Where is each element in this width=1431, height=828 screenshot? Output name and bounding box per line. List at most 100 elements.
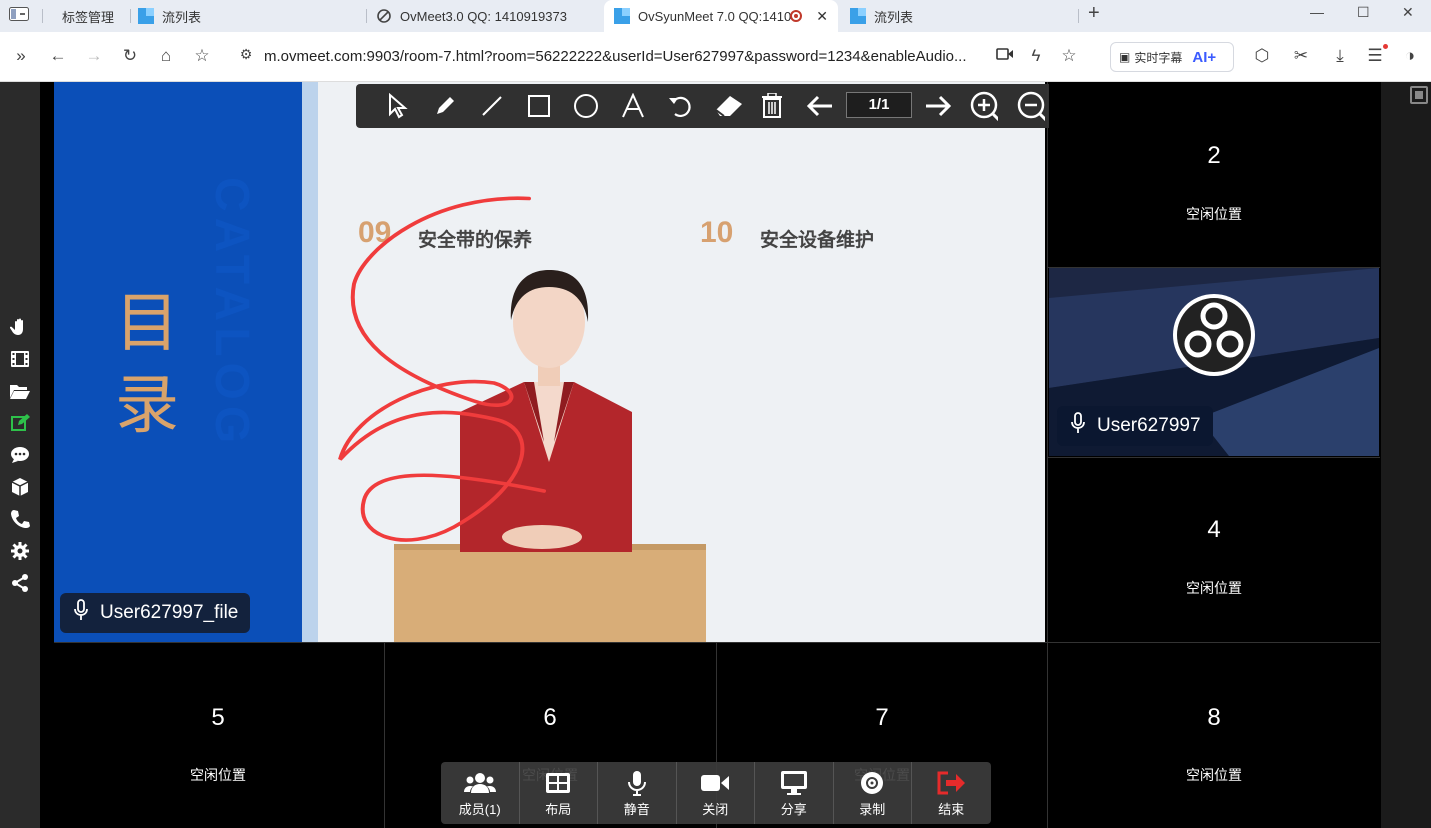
site-favicon-icon: [614, 8, 630, 24]
slot-number: 6: [543, 704, 557, 731]
microphone-icon: [1071, 412, 1085, 440]
layout-label: 布局: [545, 801, 572, 817]
link-favicon-icon: [376, 8, 392, 24]
back-icon[interactable]: ←: [47, 46, 69, 66]
pencil-icon[interactable]: [431, 92, 459, 120]
end-label: 结束: [938, 801, 965, 817]
microphone-icon: [627, 769, 647, 797]
fullscreen-icon[interactable]: [1410, 86, 1428, 104]
settings-gear-icon[interactable]: [9, 540, 31, 562]
camera-off-label: 关闭: [702, 801, 729, 817]
menu-list-icon[interactable]: ☰: [1364, 46, 1386, 66]
video-slot-5[interactable]: 5 空闲位置: [54, 644, 382, 828]
notification-dot: [1383, 44, 1388, 49]
record-label: 录制: [859, 801, 886, 817]
zoom-out-icon[interactable]: [1017, 91, 1045, 121]
profile-icon[interactable]: ◑: [1399, 46, 1421, 66]
tab-stream-list[interactable]: 流列表: [138, 0, 366, 32]
zoom-in-icon[interactable]: [970, 91, 998, 121]
share-nodes-icon[interactable]: [9, 572, 31, 594]
camera-permission-icon[interactable]: [994, 46, 1016, 66]
undo-icon[interactable]: [666, 92, 694, 120]
presenter-video-frame: [338, 196, 706, 642]
whiteboard-toolbar: 1/1: [356, 84, 1076, 128]
tab-title: 流列表: [162, 9, 202, 25]
video-slot-8[interactable]: 8 空闲位置: [1049, 644, 1379, 828]
grid-divider: [1047, 457, 1380, 458]
tab-title: 标签管理: [62, 9, 115, 25]
main-video-stage[interactable]: CATALOG 目 录 09 安全带的保养 10 安全设备维护 User6279…: [54, 82, 1045, 642]
ai-plus-button[interactable]: AI+: [1192, 49, 1216, 66]
record-button[interactable]: 录制: [834, 762, 912, 824]
url-field[interactable]: m.ovmeet.com:9903/room-7.html?room=56222…: [264, 48, 967, 65]
chat-icon[interactable]: [9, 444, 31, 466]
maximize-window-icon[interactable]: ☐: [1357, 4, 1370, 21]
members-label: 成员(1): [458, 801, 501, 817]
text-tool-icon[interactable]: [619, 92, 647, 120]
favorite-star-icon[interactable]: ☆: [191, 46, 213, 66]
video-slot-4[interactable]: 4 空闲位置: [1049, 458, 1379, 641]
left-toolbar: [0, 82, 40, 828]
folder-open-icon[interactable]: [9, 380, 31, 402]
live-caption-button[interactable]: ▣ 实时字幕 AI+: [1110, 42, 1234, 72]
expand-sidebar-icon[interactable]: »: [10, 46, 32, 66]
reload-icon[interactable]: ↻: [119, 46, 141, 66]
site-favicon-icon: [138, 8, 154, 24]
previous-page-icon[interactable]: [806, 92, 834, 120]
eraser-icon[interactable]: [711, 92, 745, 120]
grid-divider: [384, 642, 385, 828]
mute-button[interactable]: 静音: [598, 762, 677, 824]
tab-separator: [130, 9, 131, 23]
members-button[interactable]: 成员(1): [441, 762, 520, 824]
select-pointer-icon[interactable]: [384, 92, 412, 120]
lightning-icon[interactable]: ϟ: [1025, 46, 1047, 66]
share-screen-button[interactable]: 分享: [755, 762, 834, 824]
raise-hand-icon[interactable]: [9, 316, 31, 338]
end-meeting-button[interactable]: 结束: [912, 762, 991, 824]
new-tab-button[interactable]: +: [1088, 2, 1100, 25]
tab-title: OvSyunMeet 7.0 QQ:1410: [638, 8, 792, 24]
sidebar-toggle-icon[interactable]: [8, 7, 30, 24]
minimize-window-icon[interactable]: —: [1310, 4, 1324, 20]
tab-separator: [42, 9, 43, 23]
video-slot-obs[interactable]: User627997: [1049, 268, 1379, 456]
members-icon: [463, 769, 496, 797]
live-caption-label: 实时字幕: [1134, 50, 1183, 65]
home-icon[interactable]: ⌂: [155, 46, 177, 66]
tab-stream-list-2[interactable]: 流列表: [850, 0, 1078, 32]
close-window-icon[interactable]: ✕: [1402, 4, 1414, 21]
microphone-icon: [74, 599, 88, 627]
next-page-icon[interactable]: [924, 92, 952, 120]
tab-ovmeet[interactable]: OvMeet3.0 QQ: 1410919373: [376, 0, 602, 32]
slot-number: 7: [875, 704, 889, 731]
slot-number: 4: [1207, 516, 1221, 543]
rectangle-tool-icon[interactable]: [525, 92, 553, 120]
main-video-user-name: User627997_file: [100, 602, 239, 623]
bookmark-star-icon[interactable]: ☆: [1058, 46, 1080, 66]
tab-separator: [1078, 9, 1079, 23]
page-indicator[interactable]: 1/1: [846, 92, 912, 118]
obs-video-user-name: User627997: [1097, 415, 1201, 436]
right-strip: [1381, 82, 1431, 828]
tab-label-manager[interactable]: 标签管理: [54, 0, 130, 32]
camera-off-button[interactable]: 关闭: [677, 762, 755, 824]
extensions-icon[interactable]: ⬡: [1251, 46, 1273, 66]
layout-button[interactable]: 布局: [520, 762, 598, 824]
tab-ovsyunmeet-active[interactable]: OvSyunMeet 7.0 QQ:1410 ✕: [604, 0, 838, 32]
site-settings-icon[interactable]: ⚙: [235, 46, 257, 63]
trash-icon[interactable]: [758, 92, 786, 120]
screenshot-scissors-icon[interactable]: ✂: [1290, 46, 1312, 66]
download-icon[interactable]: ⤓: [1329, 46, 1351, 66]
circle-tool-icon[interactable]: [572, 92, 600, 120]
line-tool-icon[interactable]: [478, 92, 506, 120]
forward-icon[interactable]: →: [83, 46, 105, 66]
video-slot-2[interactable]: 2 空闲位置: [1049, 82, 1379, 266]
close-tab-icon[interactable]: ✕: [816, 8, 828, 25]
cube-icon[interactable]: [9, 476, 31, 498]
film-icon[interactable]: [9, 348, 31, 370]
phone-icon[interactable]: [9, 508, 31, 530]
whiteboard-edit-icon[interactable]: [9, 412, 31, 434]
main-video-user-label: User627997_file: [60, 593, 251, 633]
meeting-control-bar: 成员(1) 布局 静音 关闭 分享 录制 结束: [441, 762, 991, 824]
monitor-icon: [780, 769, 808, 797]
